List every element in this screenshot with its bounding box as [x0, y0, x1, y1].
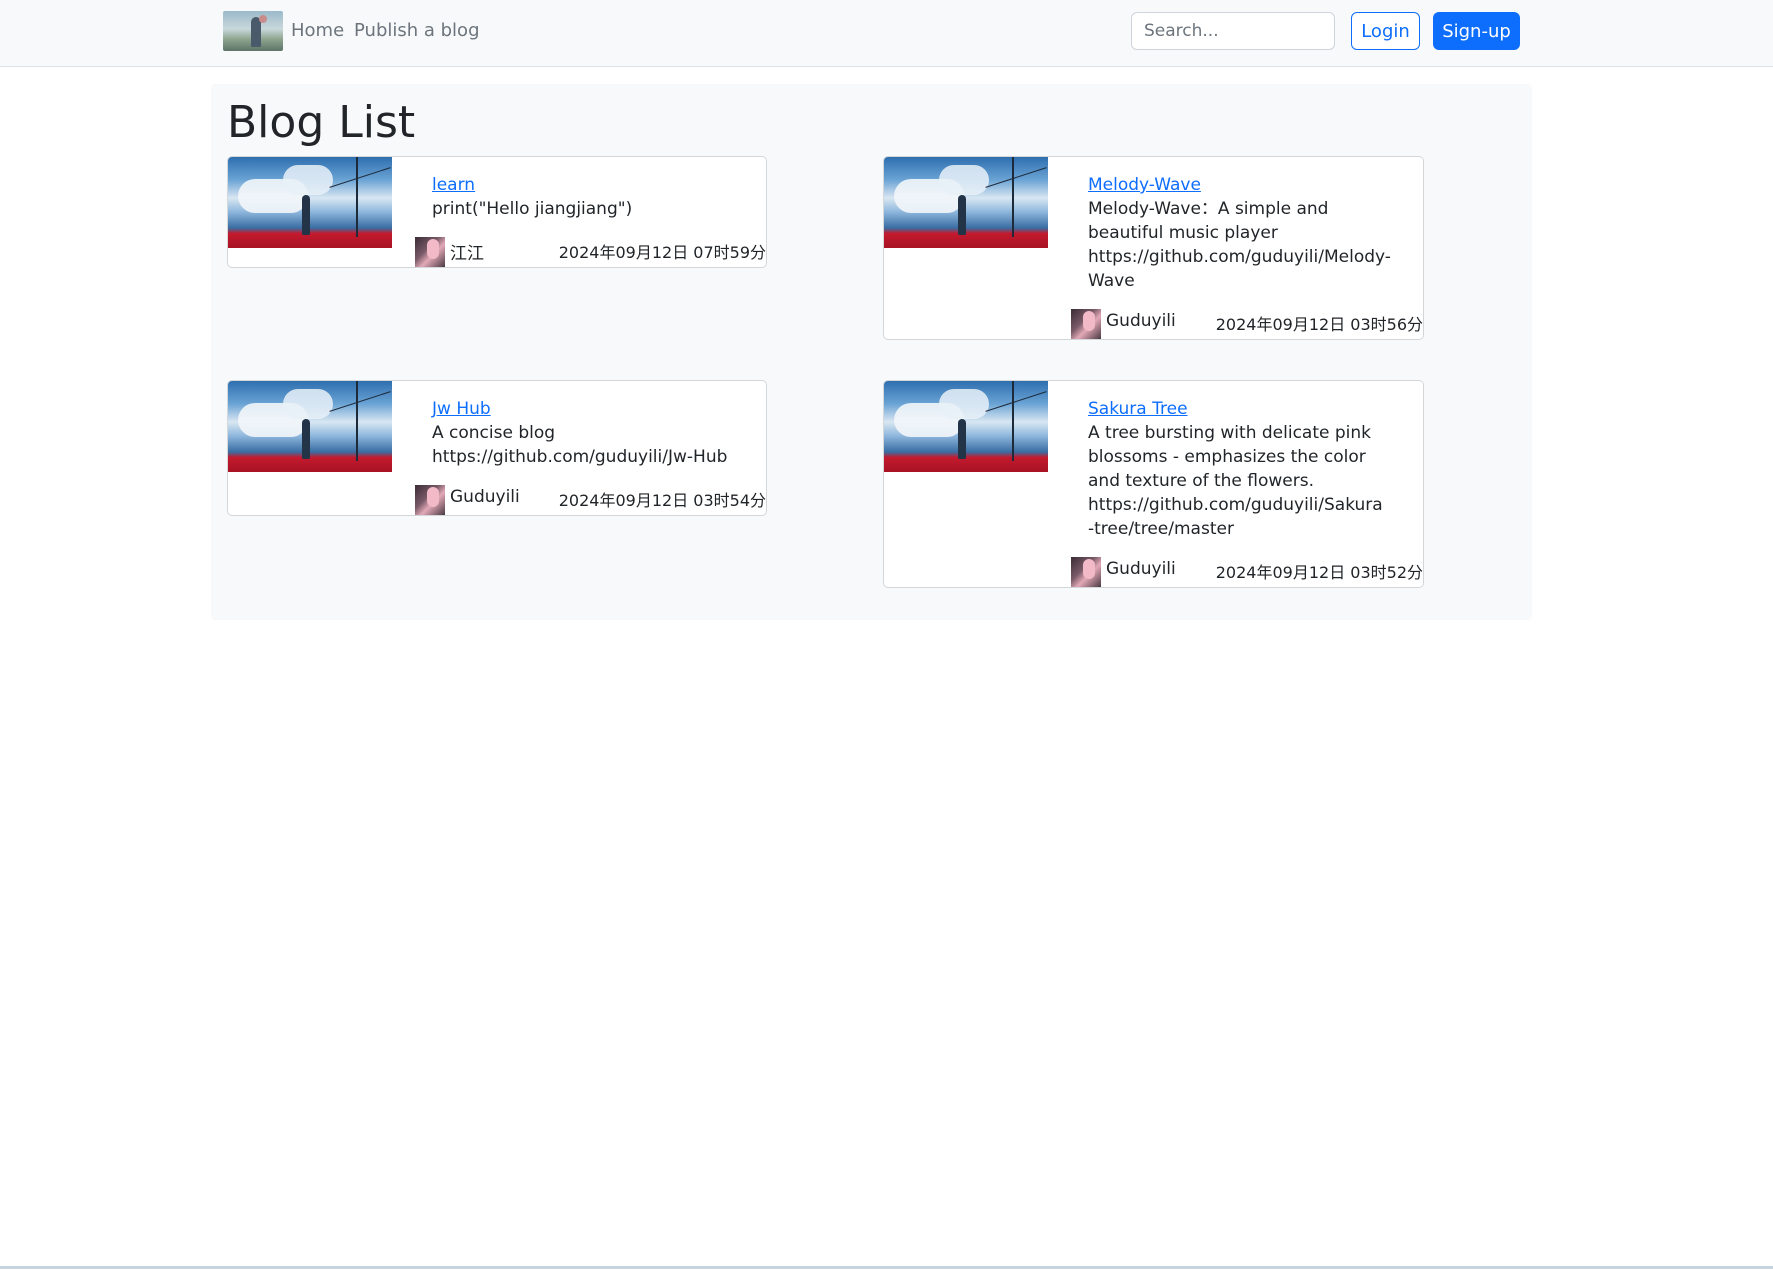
signup-button[interactable]: Sign-up	[1433, 12, 1520, 50]
blog-date: 2024年09月12日 07时59分	[558, 243, 766, 262]
author-avatar	[1071, 557, 1101, 587]
nav-home-link[interactable]: Home	[291, 20, 344, 41]
thumb-wire	[985, 167, 1047, 188]
blog-description: A concise blog https://github.com/guduyi…	[432, 423, 728, 467]
blog-author: Guduyili	[450, 487, 520, 507]
login-button[interactable]: Login	[1351, 12, 1420, 50]
blog-author: Guduyili	[1106, 311, 1176, 331]
blog-cover-image[interactable]	[228, 157, 392, 248]
thumb-cloud	[283, 165, 333, 195]
thumb-pole	[356, 381, 358, 461]
blog-date: 2024年09月12日 03时56分	[1215, 315, 1423, 334]
brand-logo-image[interactable]	[223, 11, 283, 51]
blog-author: Guduyili	[1106, 559, 1176, 579]
thumb-person	[958, 195, 966, 235]
blog-title-link[interactable]: learn	[432, 175, 475, 195]
author-avatar	[415, 237, 445, 267]
search-input[interactable]	[1131, 12, 1335, 50]
blog-date: 2024年09月12日 03时54分	[558, 491, 766, 510]
avatar-hair	[427, 487, 439, 507]
author-avatar	[1071, 309, 1101, 339]
blog-card: Jw Hub A concise blog https://github.com…	[227, 380, 767, 516]
thumb-wire	[329, 391, 391, 412]
blog-cover-image[interactable]	[884, 381, 1048, 472]
logo-figure-head	[259, 15, 267, 23]
blog-card: Melody-Wave Melody-Wave：A simple and bea…	[883, 156, 1424, 340]
nav-publish-link[interactable]: Publish a blog	[354, 20, 480, 41]
blog-date: 2024年09月12日 03时52分	[1215, 563, 1423, 582]
blog-card: learn print("Hello jiangjiang") 江江 2024年…	[227, 156, 767, 268]
thumb-person	[302, 195, 310, 235]
top-navbar: Home Publish a blog Login Sign-up	[0, 0, 1773, 67]
blog-cover-image[interactable]	[228, 381, 392, 472]
blog-title-link[interactable]: Sakura Tree	[1088, 399, 1188, 419]
window-bottom-edge	[0, 1266, 1773, 1269]
avatar-hair	[1083, 311, 1095, 331]
thumb-cloud	[939, 165, 989, 195]
author-avatar	[415, 485, 445, 515]
thumb-cloud	[283, 389, 333, 419]
blog-description: print("Hello jiangjiang")	[432, 199, 633, 219]
thumb-pole	[1012, 381, 1014, 461]
blog-card: Sakura Tree A tree bursting with delicat…	[883, 380, 1424, 588]
avatar-hair	[427, 239, 439, 259]
page-title: Blog List	[227, 97, 416, 148]
blog-description: A tree bursting with delicate pink bloss…	[1088, 423, 1383, 539]
blog-cover-image[interactable]	[884, 157, 1048, 248]
thumb-cloud	[939, 389, 989, 419]
blog-title-link[interactable]: Jw Hub	[432, 399, 491, 419]
thumb-person	[302, 419, 310, 459]
thumb-person	[958, 419, 966, 459]
avatar-hair	[1083, 559, 1095, 579]
thumb-pole	[356, 157, 358, 237]
thumb-wire	[329, 167, 391, 188]
blog-author: 江江	[450, 244, 484, 264]
blog-title-link[interactable]: Melody-Wave	[1088, 175, 1201, 195]
blog-description: Melody-Wave：A simple and beautiful music…	[1088, 199, 1391, 291]
thumb-pole	[1012, 157, 1014, 237]
thumb-wire	[985, 391, 1047, 412]
